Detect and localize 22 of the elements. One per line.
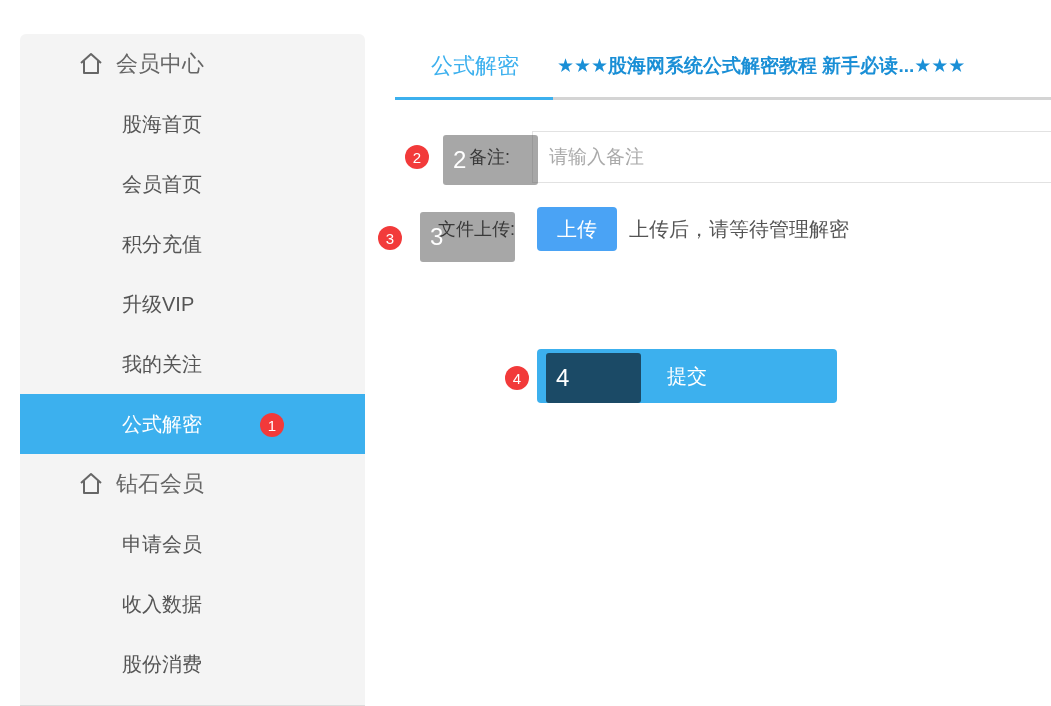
sidebar-item[interactable]: 收入数据: [20, 574, 365, 634]
sidebar-item[interactable]: 我的关注: [20, 334, 365, 394]
sidebar-item[interactable]: 积分充值: [20, 214, 365, 274]
note-field[interactable]: 请输入备注: [532, 131, 1051, 183]
sidebar-item[interactable]: 股海首页: [20, 94, 365, 154]
upload-hint: 上传后，请等待管理解密: [629, 216, 849, 242]
tab[interactable]: ★★★股海网系统公式解密教程 新手必读...★★★: [553, 34, 966, 100]
home-icon: [78, 471, 104, 497]
home-icon: [78, 51, 104, 77]
step-badge: 2: [405, 145, 429, 169]
sidebar-group-header[interactable]: 会员中心: [20, 34, 365, 94]
step-badge: 4: [505, 366, 529, 390]
sidebar-item[interactable]: 公式解密 1: [20, 394, 365, 454]
sidebar-group-header[interactable]: 钻石会员: [20, 454, 365, 514]
step-tooltip: 4: [546, 353, 641, 403]
sidebar-item[interactable]: 申请会员: [20, 514, 365, 574]
sidebar-item[interactable]: 会员首页: [20, 154, 365, 214]
field-label: 备注:: [469, 146, 511, 169]
sidebar-item[interactable]: 升级VIP: [20, 274, 365, 334]
sidebar-item[interactable]: 股份消费: [20, 634, 365, 694]
step-badge: 1: [260, 413, 284, 437]
step-badge: 3: [378, 226, 402, 250]
